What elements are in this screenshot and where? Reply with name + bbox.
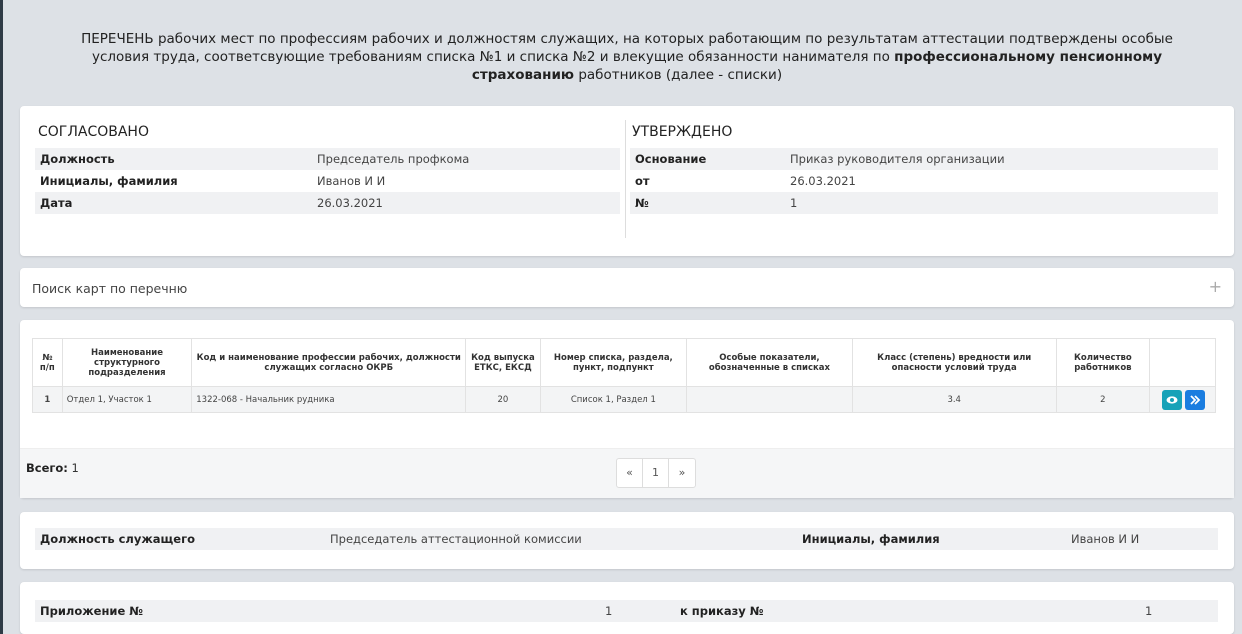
- col-actions: [1149, 338, 1216, 387]
- workplaces-table: № п/п Наименование структурного подразде…: [32, 338, 1216, 413]
- commission-name-value: Иванов И И: [1071, 532, 1140, 546]
- view-button[interactable]: [1162, 390, 1183, 410]
- cell-subdivision: Отдел 1, Участок 1: [61, 386, 193, 413]
- total-count: Всего: 1: [26, 461, 79, 475]
- open-button[interactable]: [1185, 390, 1206, 410]
- order-label: к приказу №: [680, 604, 764, 618]
- title-line-2-text: условия труда, соответсвующие требования…: [91, 49, 895, 65]
- approved-basis-value: Приказ руководителя организации: [790, 152, 1005, 166]
- approved-number-value: 1: [790, 196, 798, 210]
- approved-from-value: 26.03.2021: [790, 174, 856, 188]
- agreed-name-label: Инициалы, фамилия: [40, 174, 178, 188]
- agreed-position-label: Должность: [40, 152, 115, 166]
- order-value: 1: [1145, 604, 1153, 618]
- workplaces-table-card: № п/п Наименование структурного подразде…: [20, 320, 1234, 498]
- cell-number: 1: [32, 386, 63, 413]
- cell-special-indicators: [686, 386, 853, 413]
- agreed-date-label: Дата: [40, 196, 73, 210]
- col-special-indicators: Особые показатели, обозначенные в списка…: [686, 338, 853, 387]
- pager-next[interactable]: »: [669, 459, 695, 487]
- commission-row: Должность служащего Председатель аттеста…: [35, 528, 1218, 550]
- title-line-3-text: работников (далее - списки): [574, 67, 783, 83]
- eye-icon: [1166, 396, 1178, 404]
- appendix-value: 1: [605, 604, 613, 618]
- col-workers-count: Количество работников: [1055, 338, 1151, 387]
- search-cards-label[interactable]: Поиск карт по перечню: [32, 281, 187, 296]
- cell-profession: 1322-068 - Начальник рудника: [191, 386, 467, 413]
- commission-name-label: Инициалы, фамилия: [802, 532, 940, 546]
- page-title: ПЕРЕЧЕНЬ рабочих мест по профессиям рабо…: [20, 30, 1234, 84]
- agreed-row-position: Должность Председатель профкома: [35, 148, 620, 170]
- agreed-date-value: 26.03.2021: [317, 196, 383, 210]
- col-etks-code: Код выпуска ЕТКС, ЕКСД: [465, 338, 541, 387]
- cell-hazard-class: 3.4: [851, 386, 1057, 413]
- col-subdivision: Наименование структурного подразделения: [61, 338, 193, 387]
- agreed-row-date: Дата 26.03.2021: [35, 192, 620, 214]
- total-value: 1: [71, 461, 79, 475]
- card-divider: [625, 120, 626, 238]
- title-line-2: условия труда, соответсвующие требования…: [20, 48, 1234, 66]
- col-list-number: Номер списка, раздела, пункт, подпункт: [539, 338, 688, 387]
- search-cards-panel[interactable]: Поиск карт по перечню +: [20, 268, 1234, 307]
- left-border: [0, 0, 3, 634]
- title-line-1: ПЕРЕЧЕНЬ рабочих мест по профессиям рабо…: [81, 31, 1173, 47]
- agreed-row-name: Инициалы, фамилия Иванов И И: [35, 170, 620, 192]
- cell-actions: [1149, 386, 1216, 413]
- title-line-2-bold: профессиональному пенсионному: [894, 49, 1162, 65]
- commission-position-label: Должность служащего: [40, 532, 195, 546]
- commission-card: Должность служащего Председатель аттеста…: [20, 512, 1234, 569]
- table-header-row: № п/п Наименование структурного подразде…: [32, 338, 1216, 387]
- title-line-3: страхованию работников (далее - списки): [20, 66, 1234, 84]
- total-label: Всего:: [26, 461, 68, 475]
- appendix-label: Приложение №: [40, 604, 144, 618]
- appendix-card: Приложение № 1 к приказу № 1: [20, 582, 1234, 634]
- cell-list-number: Список 1, Раздел 1: [539, 386, 688, 413]
- expand-plus-icon[interactable]: +: [1209, 277, 1222, 296]
- approved-basis-label: Основание: [635, 152, 707, 166]
- agreed-position-value: Председатель профкома: [317, 152, 470, 166]
- cell-etks-code: 20: [465, 386, 541, 413]
- approved-row-basis: Основание Приказ руководителя организаци…: [630, 148, 1218, 170]
- double-chevron-right-icon: [1190, 395, 1201, 405]
- pager-prev[interactable]: «: [617, 459, 643, 487]
- approved-from-label: от: [635, 174, 650, 188]
- col-profession: Код и наименование профессии рабочих, до…: [191, 338, 467, 387]
- pager-page-1[interactable]: 1: [643, 459, 669, 487]
- approved-row-number: № 1: [630, 192, 1218, 214]
- table-footer: Всего: 1 « 1 »: [20, 448, 1234, 498]
- cell-workers-count: 2: [1055, 386, 1151, 413]
- col-number: № п/п: [32, 338, 63, 387]
- pagination: « 1 »: [616, 458, 696, 488]
- agreed-title: СОГЛАСОВАНО: [38, 124, 149, 140]
- appendix-row: Приложение № 1 к приказу № 1: [35, 600, 1218, 622]
- col-hazard-class: Класс (степень) вредности или опасности …: [851, 338, 1057, 387]
- approved-number-label: №: [635, 196, 649, 210]
- title-line-3-bold: страхованию: [471, 67, 575, 83]
- agreed-name-value: Иванов И И: [317, 174, 386, 188]
- approved-row-from: от 26.03.2021: [630, 170, 1218, 192]
- approval-card: СОГЛАСОВАНО Должность Председатель профк…: [20, 106, 1234, 256]
- commission-position-value: Председатель аттестационной комиссии: [330, 532, 582, 546]
- table-row[interactable]: 1 Отдел 1, Участок 1 1322-068 - Начальни…: [32, 386, 1216, 413]
- approved-title: УТВЕРЖДЕНО: [632, 124, 733, 140]
